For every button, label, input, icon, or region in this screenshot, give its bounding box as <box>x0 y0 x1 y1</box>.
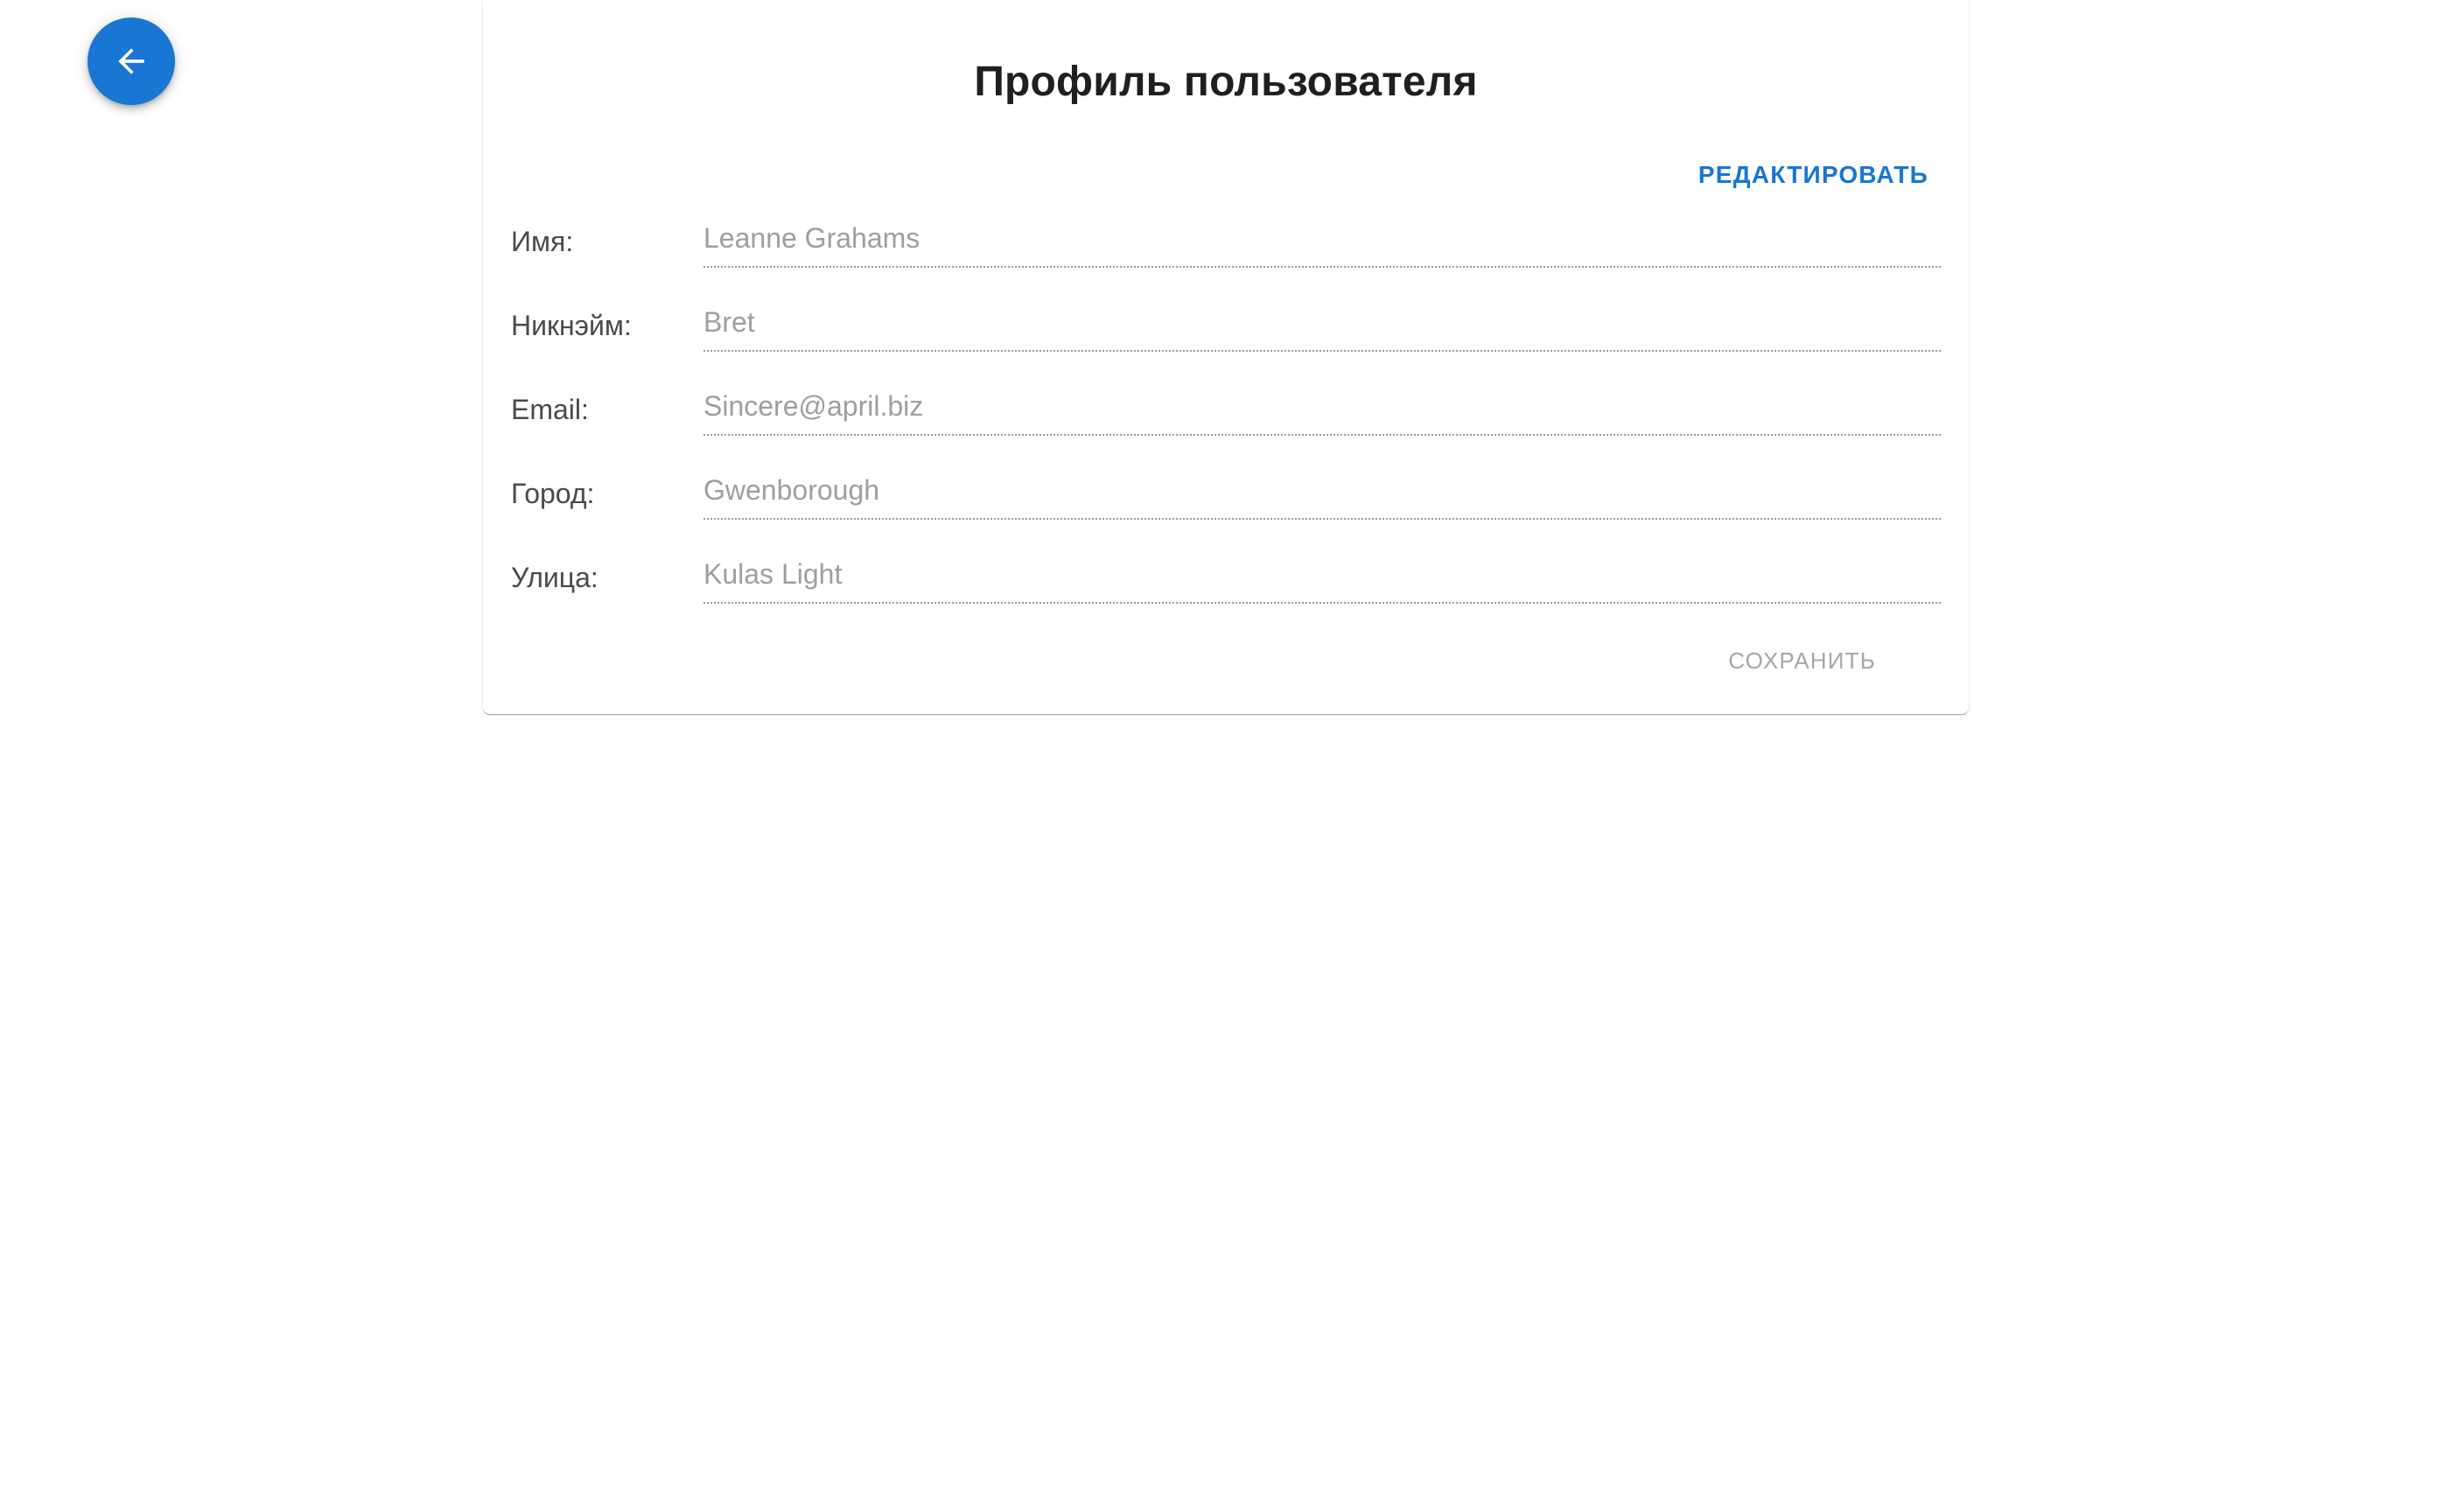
nickname-label: Никнэйм: <box>511 310 632 341</box>
street-label: Улица: <box>511 562 598 593</box>
field-row-city: Город: <box>511 462 1941 523</box>
edit-button[interactable]: РЕДАКТИРОВАТЬ <box>1690 156 1937 194</box>
field-row-street: Улица: <box>511 546 1941 607</box>
profile-card: Профиль пользователя РЕДАКТИРОВАТЬ Имя: … <box>483 0 1969 714</box>
save-button[interactable]: СОХРАНИТЬ <box>1719 642 1885 680</box>
field-row-name: Имя: <box>511 210 1941 271</box>
name-input[interactable] <box>704 210 1941 268</box>
name-label: Имя: <box>511 226 574 257</box>
nickname-input[interactable] <box>704 294 1941 352</box>
back-button[interactable] <box>88 18 175 105</box>
page-title: Профиль пользователя <box>974 59 1478 105</box>
city-label: Город: <box>511 478 595 509</box>
field-row-nickname: Никнэйм: <box>511 294 1941 355</box>
city-input[interactable] <box>704 462 1941 520</box>
email-label: Email: <box>511 394 589 425</box>
email-input[interactable] <box>704 378 1941 436</box>
arrow-left-icon <box>112 42 150 80</box>
field-row-email: Email: <box>511 378 1941 439</box>
street-input[interactable] <box>704 546 1941 604</box>
